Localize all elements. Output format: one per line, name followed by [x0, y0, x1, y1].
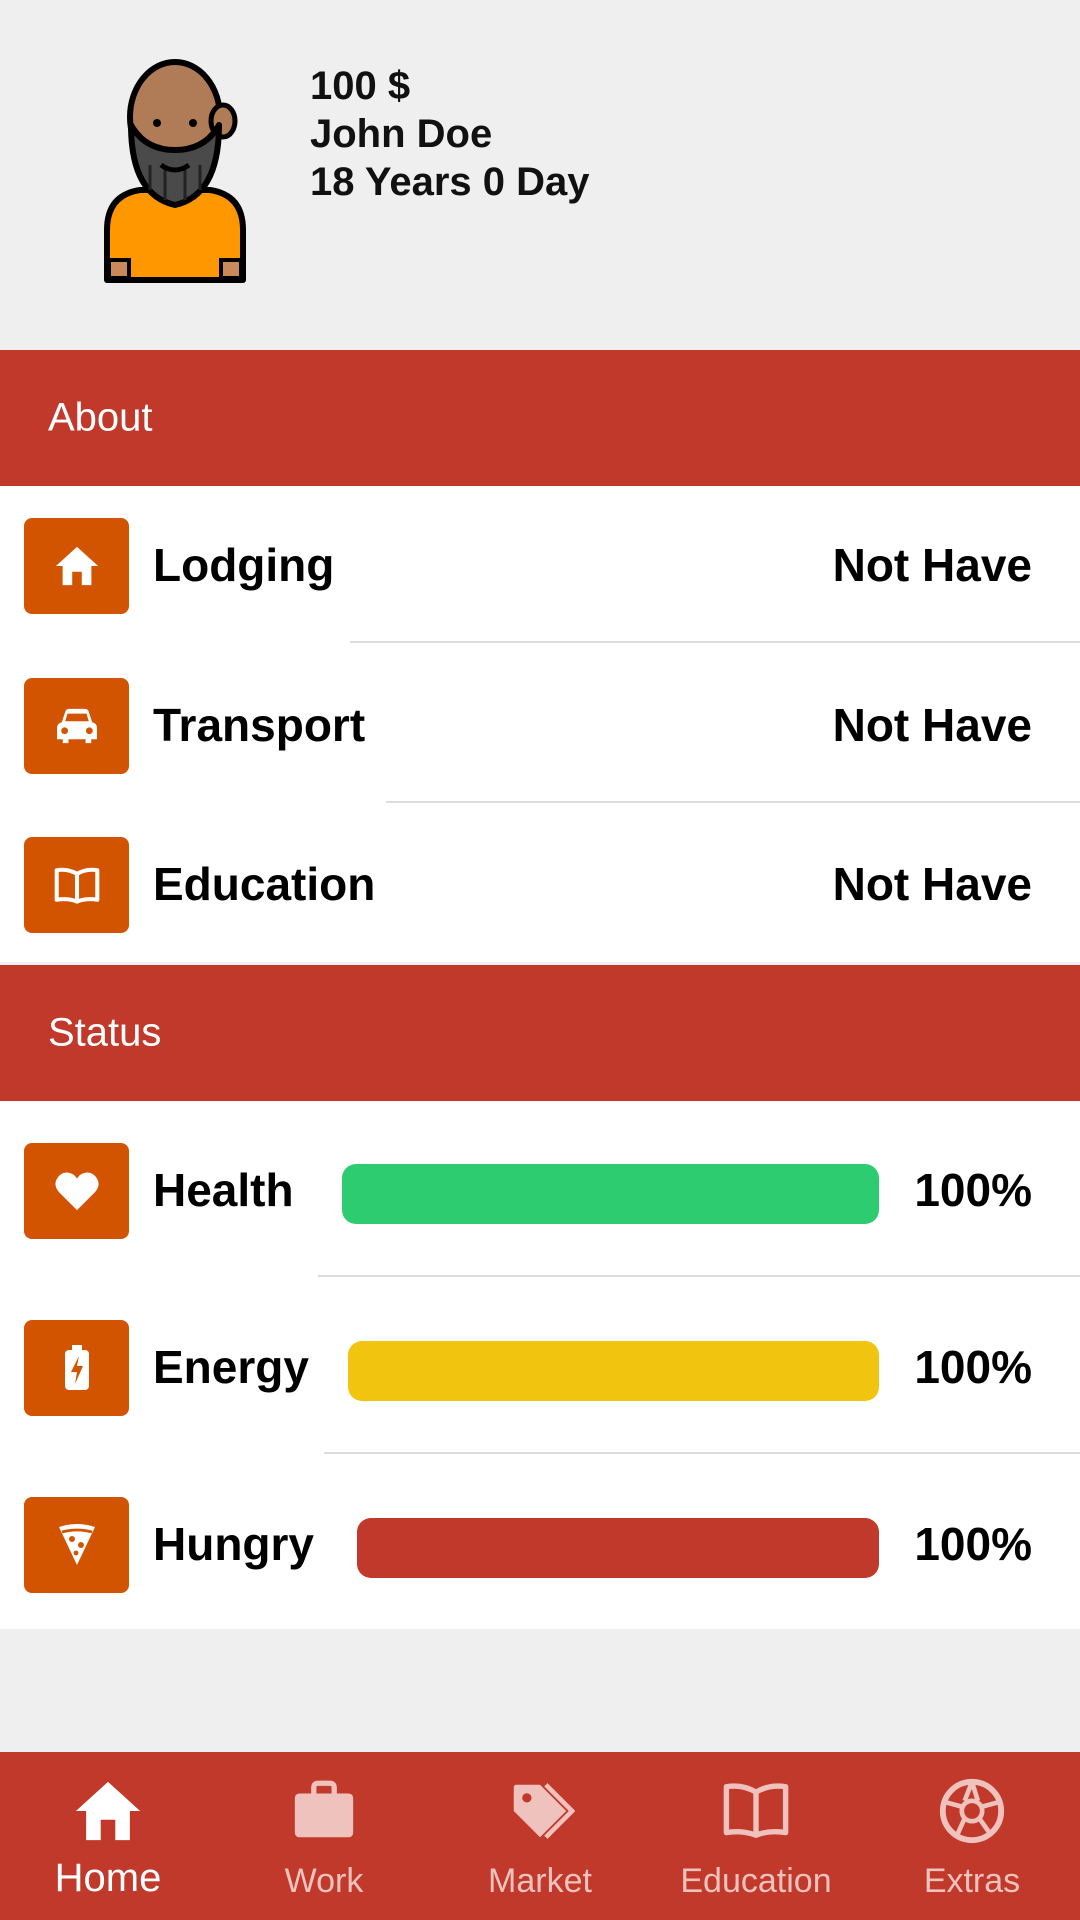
tags-icon: [505, 1776, 576, 1846]
money-label: 100 $: [310, 64, 411, 108]
status-item-energy[interactable]: Energy 100%: [0, 1277, 1080, 1454]
about-item-lodging[interactable]: Lodging Not Have: [0, 486, 1080, 644]
status-item-label: Health: [153, 1164, 294, 1216]
profile-header: 100 $ John Doe 18 Years 0 Day: [0, 0, 1080, 350]
home-icon: [24, 518, 129, 614]
battery-charging-icon: [24, 1320, 129, 1416]
nav-item-market[interactable]: Market: [432, 1752, 648, 1920]
book-icon: [721, 1776, 791, 1846]
book-icon: [24, 837, 129, 933]
nav-label-education: Education: [680, 1862, 832, 1900]
profile-info: 100 $ John Doe 18 Years 0 Day: [310, 62, 590, 206]
about-item-value: Not Have: [832, 858, 1032, 910]
status-item-percent: 100%: [914, 1518, 1032, 1570]
player-age: 18 Years 0 Day: [310, 160, 590, 204]
heart-icon: [24, 1143, 129, 1239]
about-item-value: Not Have: [832, 539, 1032, 591]
hungry-progress-bar: [357, 1518, 879, 1578]
bearded-man-avatar-icon[interactable]: [95, 55, 255, 285]
home-icon: [73, 1776, 143, 1846]
nav-item-extras[interactable]: Extras: [864, 1752, 1080, 1920]
nav-label-work: Work: [284, 1862, 364, 1900]
status-item-percent: 100%: [914, 1341, 1032, 1393]
app-root: 100 $ John Doe 18 Years 0 Day About Lodg…: [0, 0, 1080, 1920]
briefcase-icon: [289, 1776, 359, 1846]
status-item-label: Energy: [153, 1341, 309, 1393]
status-item-label: Hungry: [153, 1518, 314, 1570]
status-item-health[interactable]: Health 100%: [0, 1101, 1080, 1277]
divider: [350, 641, 1080, 643]
car-icon: [24, 678, 129, 774]
nav-label-market: Market: [488, 1862, 592, 1900]
bottom-nav: Home Work Market Education Extras: [0, 1752, 1080, 1920]
about-list: Lodging Not Have Transport Not Have Educ…: [0, 486, 1080, 962]
aperture-icon: [937, 1776, 1007, 1846]
about-item-transport[interactable]: Transport Not Have: [0, 644, 1080, 803]
health-progress-bar: [342, 1164, 879, 1224]
about-item-label: Transport: [153, 699, 366, 751]
about-item-value: Not Have: [832, 699, 1032, 751]
about-section-header: About: [0, 350, 1080, 486]
status-item-percent: 100%: [914, 1164, 1032, 1216]
pizza-icon: [24, 1497, 129, 1593]
nav-label-extras: Extras: [923, 1862, 1021, 1900]
status-section-header: Status: [0, 965, 1080, 1101]
nav-item-education[interactable]: Education: [648, 1752, 864, 1920]
status-list: Health 100% Energy 100% Hungry 100%: [0, 1101, 1080, 1629]
energy-progress-bar: [348, 1341, 879, 1401]
about-item-label: Lodging: [153, 539, 335, 591]
nav-label-home: Home: [54, 1856, 162, 1900]
nav-item-home[interactable]: Home: [0, 1752, 216, 1920]
status-title: Status: [48, 1010, 162, 1055]
nav-item-work[interactable]: Work: [216, 1752, 432, 1920]
about-item-label: Education: [153, 858, 376, 910]
status-item-hungry[interactable]: Hungry 100%: [0, 1454, 1080, 1629]
player-name: John Doe: [310, 112, 493, 156]
about-item-education[interactable]: Education Not Have: [0, 803, 1080, 962]
about-title: About: [48, 395, 153, 440]
